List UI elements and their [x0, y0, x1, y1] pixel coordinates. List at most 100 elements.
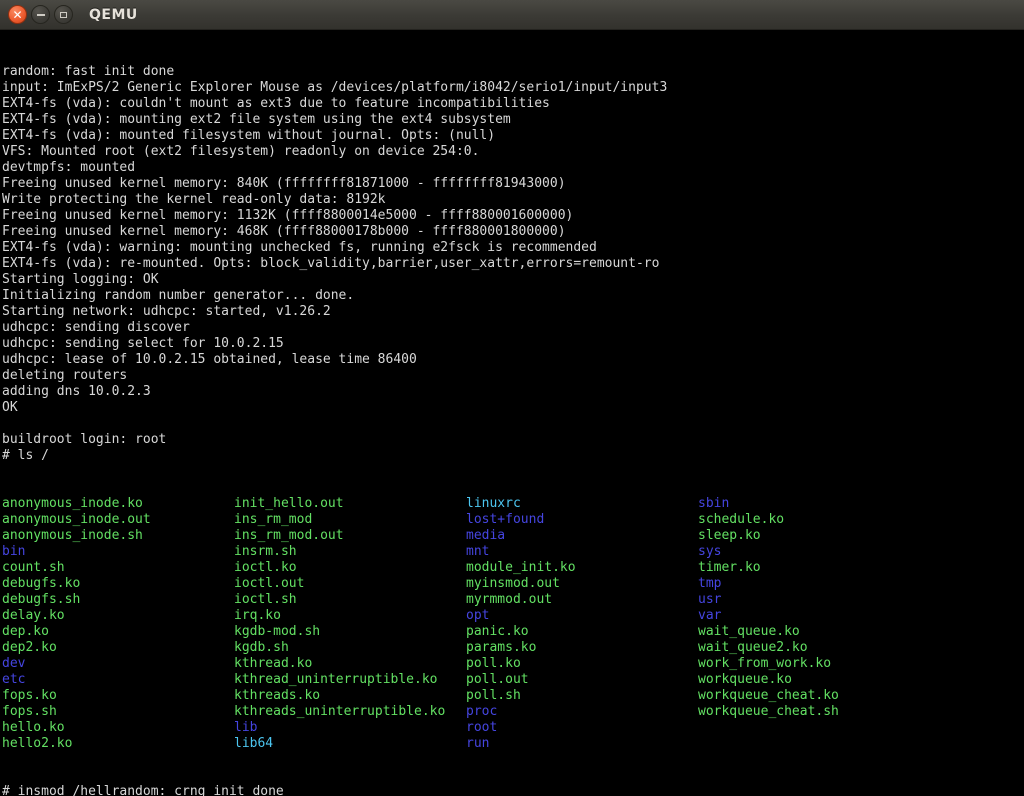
ls-entry: ins_rm_mod [234, 512, 466, 528]
ls-entry: lib [234, 720, 466, 736]
ls-entry: ioctl.ko [234, 560, 466, 576]
ls-entry: kthreads_uninterruptible.ko [234, 704, 466, 720]
ls-entry: hello.ko [2, 720, 234, 736]
ls-entry: bin [2, 544, 234, 560]
ls-entry: kgdb.sh [234, 640, 466, 656]
maximize-icon [60, 12, 67, 18]
ls-entry: opt [466, 608, 698, 624]
ls-entry: init_hello.out [234, 496, 466, 512]
ls-entry: lost+found [466, 512, 698, 528]
terminal-line: Write protecting the kernel read-only da… [2, 192, 1024, 208]
terminal-line: OK [2, 400, 1024, 416]
terminal-line: adding dns 10.0.2.3 [2, 384, 1024, 400]
ls-row: debugfs.shioctl.shmyrmmod.outusr [2, 592, 1024, 608]
ls-entry: fops.sh [2, 704, 234, 720]
terminal-line: udhcpc: sending select for 10.0.2.15 [2, 336, 1024, 352]
terminal-line: EXT4-fs (vda): couldn't mount as ext3 du… [2, 96, 1024, 112]
terminal-line: Freeing unused kernel memory: 468K (ffff… [2, 224, 1024, 240]
terminal-line: deleting routers [2, 368, 1024, 384]
ls-entry: usr [698, 592, 930, 608]
ls-entry [698, 720, 930, 736]
ls-entry: wait_queue.ko [698, 624, 930, 640]
ls-entry: myinsmod.out [466, 576, 698, 592]
ls-entry: ioctl.sh [234, 592, 466, 608]
ls-entry: root [466, 720, 698, 736]
terminal-line: EXT4-fs (vda): warning: mounting uncheck… [2, 240, 1024, 256]
ls-row: debugfs.koioctl.outmyinsmod.outtmp [2, 576, 1024, 592]
ls-entry: sleep.ko [698, 528, 930, 544]
ls-entry: anonymous_inode.out [2, 512, 234, 528]
ls-entry: dev [2, 656, 234, 672]
ls-entry: workqueue_cheat.ko [698, 688, 930, 704]
ls-entry: workqueue.ko [698, 672, 930, 688]
terminal-line: VFS: Mounted root (ext2 filesystem) read… [2, 144, 1024, 160]
terminal-line: random: fast init done [2, 64, 1024, 80]
ls-entry: ins_rm_mod.out [234, 528, 466, 544]
ls-entry: kthread.ko [234, 656, 466, 672]
ls-entry: lib64 [234, 736, 466, 752]
ls-row: fops.kokthreads.kopoll.shworkqueue_cheat… [2, 688, 1024, 704]
ls-entry: kthreads.ko [234, 688, 466, 704]
ls-entry: timer.ko [698, 560, 930, 576]
ls-entry: irq.ko [234, 608, 466, 624]
ls-entry: hello2.ko [2, 736, 234, 752]
terminal-line: EXT4-fs (vda): re-mounted. Opts: block_v… [2, 256, 1024, 272]
terminal-line: udhcpc: sending discover [2, 320, 1024, 336]
ls-row: fops.shkthreads_uninterruptible.koprocwo… [2, 704, 1024, 720]
ls-entry: insrm.sh [234, 544, 466, 560]
terminal-screen[interactable]: random: fast init doneinput: ImExPS/2 Ge… [0, 30, 1024, 796]
terminal-line: EXT4-fs (vda): mounting ext2 file system… [2, 112, 1024, 128]
ls-entry: module_init.ko [466, 560, 698, 576]
ls-entry: poll.sh [466, 688, 698, 704]
terminal-line: udhcpc: lease of 10.0.2.15 obtained, lea… [2, 352, 1024, 368]
terminal-line: devtmpfs: mounted [2, 160, 1024, 176]
ls-entry: ioctl.out [234, 576, 466, 592]
ls-entry: panic.ko [466, 624, 698, 640]
terminal-line: Starting logging: OK [2, 272, 1024, 288]
terminal-line: Starting network: udhcpc: started, v1.26… [2, 304, 1024, 320]
qemu-window: ✕ QEMU random: fast init doneinput: ImEx… [0, 0, 1024, 796]
ls-entry: linuxrc [466, 496, 698, 512]
ls-entry [698, 736, 930, 752]
ls-entry: work_from_work.ko [698, 656, 930, 672]
terminal-line: Initializing random number generator... … [2, 288, 1024, 304]
titlebar[interactable]: ✕ QEMU [0, 0, 1024, 30]
terminal-line: Freeing unused kernel memory: 840K (ffff… [2, 176, 1024, 192]
minimize-button[interactable] [31, 5, 50, 24]
ls-entry: fops.ko [2, 688, 234, 704]
ls-row: dep.kokgdb-mod.shpanic.kowait_queue.ko [2, 624, 1024, 640]
ls-row: anonymous_inode.koinit_hello.outlinuxrcs… [2, 496, 1024, 512]
ls-entry: delay.ko [2, 608, 234, 624]
ls-entry: params.ko [466, 640, 698, 656]
terminal-line: input: ImExPS/2 Generic Explorer Mouse a… [2, 80, 1024, 96]
ls-row: anonymous_inode.shins_rm_mod.outmediasle… [2, 528, 1024, 544]
ls-entry: sbin [698, 496, 930, 512]
close-icon: ✕ [12, 9, 22, 21]
ls-entry: dep.ko [2, 624, 234, 640]
boot-log: random: fast init doneinput: ImExPS/2 Ge… [2, 64, 1024, 464]
ls-entry: var [698, 608, 930, 624]
maximize-button[interactable] [54, 5, 73, 24]
ls-row: hello2.kolib64run [2, 736, 1024, 752]
ls-entry: anonymous_inode.sh [2, 528, 234, 544]
ls-output: anonymous_inode.koinit_hello.outlinuxrcs… [2, 496, 1024, 752]
ls-row: devkthread.kopoll.kowork_from_work.ko [2, 656, 1024, 672]
ls-row: hello.kolibroot [2, 720, 1024, 736]
close-button[interactable]: ✕ [8, 5, 27, 24]
ls-row: etckthread_uninterruptible.kopoll.outwor… [2, 672, 1024, 688]
ls-row: anonymous_inode.outins_rm_modlost+founds… [2, 512, 1024, 528]
ls-entry: kgdb-mod.sh [234, 624, 466, 640]
terminal-line: EXT4-fs (vda): mounted filesystem withou… [2, 128, 1024, 144]
ls-entry: count.sh [2, 560, 234, 576]
ls-entry: debugfs.sh [2, 592, 234, 608]
ls-entry: tmp [698, 576, 930, 592]
ls-entry: poll.out [466, 672, 698, 688]
ls-row: count.shioctl.komodule_init.kotimer.ko [2, 560, 1024, 576]
ls-entry: debugfs.ko [2, 576, 234, 592]
terminal-line: Freeing unused kernel memory: 1132K (fff… [2, 208, 1024, 224]
ls-entry: mnt [466, 544, 698, 560]
ls-row: dep2.kokgdb.shparams.kowait_queue2.ko [2, 640, 1024, 656]
ls-entry: poll.ko [466, 656, 698, 672]
minimize-icon [37, 14, 45, 16]
ls-entry: schedule.ko [698, 512, 930, 528]
